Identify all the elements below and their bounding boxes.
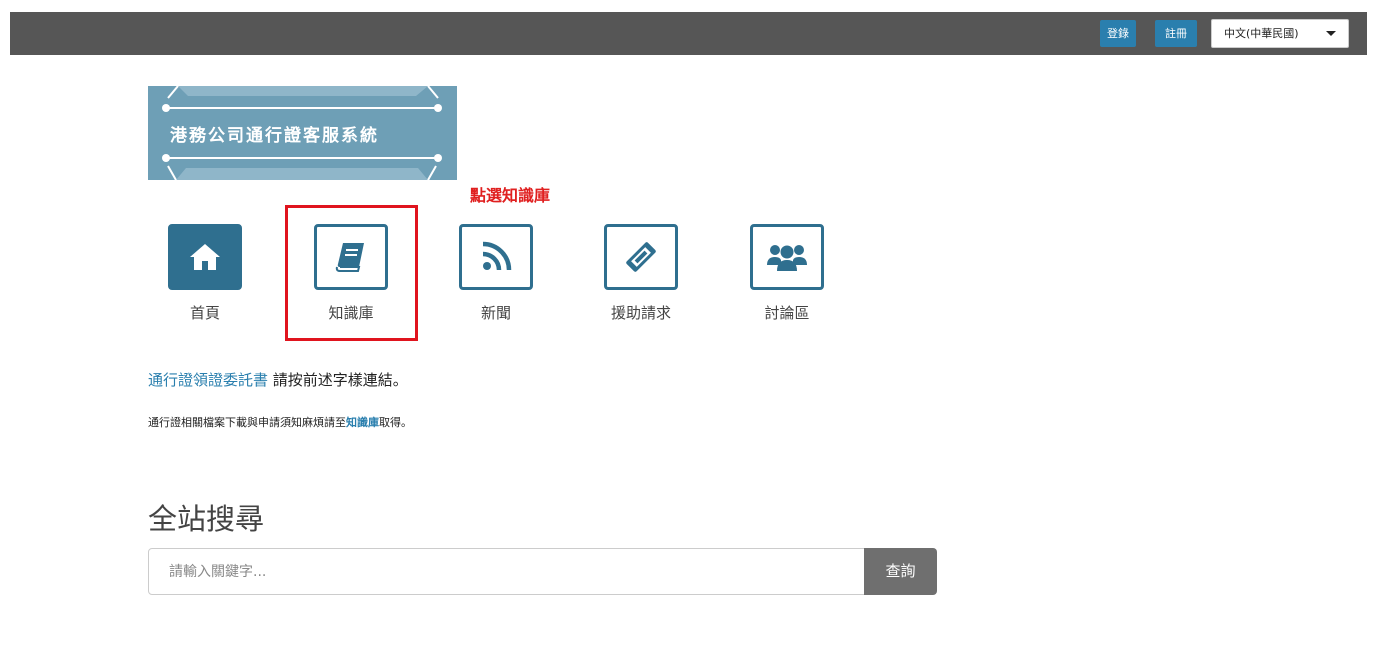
notice-line2-prefix: 通行證相關檔案下載與申請須知麻煩請至 [148, 416, 346, 429]
ticket-icon [626, 242, 656, 272]
nav-label-news: 新聞 [480, 304, 511, 322]
search-title: 全站搜尋 [148, 502, 265, 536]
caret-down-icon [1326, 31, 1336, 36]
notice-line2-suffix: 取得。 [379, 416, 412, 429]
nav-label-support-request: 援助請求 [610, 304, 671, 322]
nav-forum[interactable]: 討論區 [737, 224, 837, 323]
nav-home[interactable]: 首頁 [155, 224, 255, 323]
search-input[interactable] [148, 548, 865, 595]
nav-label-home: 首頁 [189, 304, 220, 322]
nav-label-forum: 討論區 [764, 304, 810, 322]
nav-news[interactable]: 新聞 [446, 224, 546, 323]
authorization-form-link[interactable]: 通行證領證委託書 [148, 371, 268, 389]
users-icon-box[interactable] [750, 224, 824, 290]
notice-line: 通行證領證委託書 請按前述字樣連結。 [148, 369, 408, 390]
highlight-box [285, 205, 418, 341]
ticket-icon-box[interactable] [604, 224, 678, 290]
users-icon [767, 245, 807, 271]
nav-support-request[interactable]: 援助請求 [591, 224, 691, 323]
language-label: 中文(中華民國) [1224, 27, 1299, 40]
home-icon [190, 244, 220, 270]
banner-title: 港務公司通行證客服系統 [170, 126, 379, 146]
login-button[interactable]: 登錄 [1100, 20, 1136, 47]
top-bar: 登錄 註冊 中文(中華民國) [10, 12, 1367, 55]
home-icon-box[interactable] [168, 224, 242, 290]
site-banner-logo[interactable]: 港務公司通行證客服系統 [148, 86, 457, 180]
notice-text: 請按前述字樣連結。 [272, 371, 408, 389]
rss-icon-box[interactable] [459, 224, 533, 290]
notice-line-2: 通行證相關檔案下載與申請須知麻煩請至知識庫取得。 [148, 414, 412, 430]
instruction-annotation: 點選知識庫 [470, 186, 551, 205]
register-button[interactable]: 註冊 [1155, 20, 1197, 47]
search-button[interactable]: 查詢 [864, 548, 937, 595]
knowledge-base-link[interactable]: 知識庫 [346, 416, 379, 429]
rss-icon [482, 241, 512, 271]
language-select[interactable]: 中文(中華民國) [1211, 19, 1349, 48]
